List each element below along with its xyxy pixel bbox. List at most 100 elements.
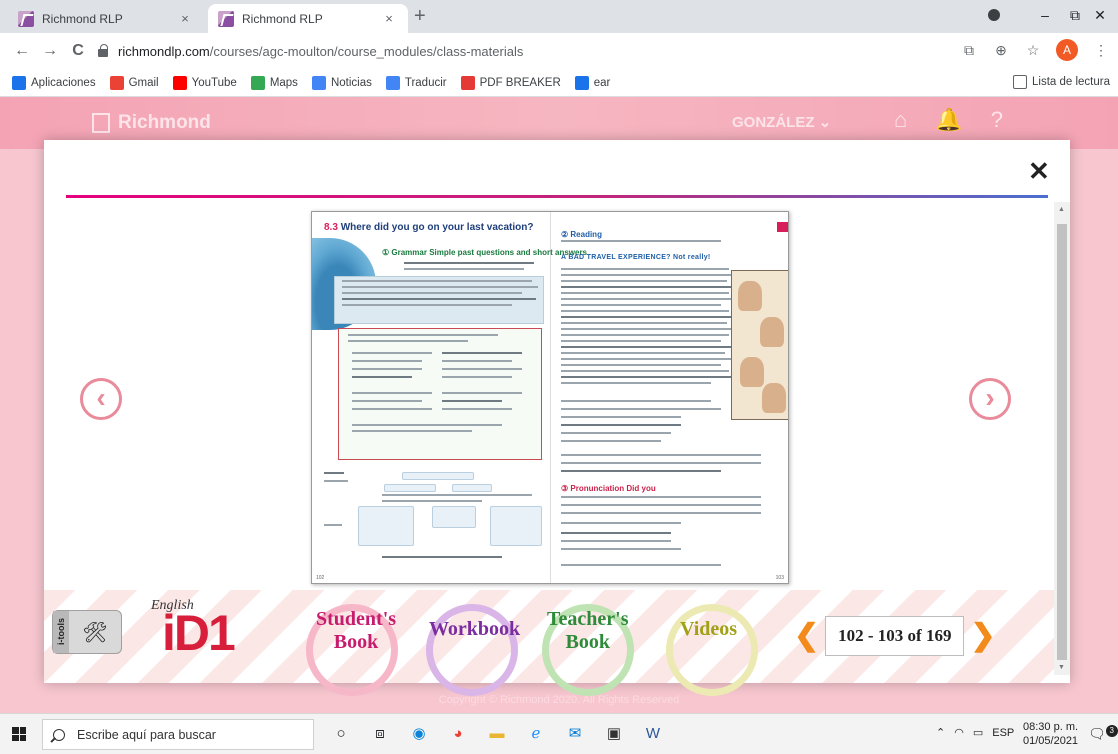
close-window-button[interactable]: ✕ <box>1082 7 1118 24</box>
file-explorer-icon[interactable]: ▬ <box>486 722 508 744</box>
text-line <box>352 352 432 354</box>
bookmark-ear[interactable]: ear <box>574 75 610 90</box>
back-button[interactable]: ← <box>8 42 36 60</box>
bookmark-star-icon[interactable]: ☆ <box>1024 42 1042 59</box>
text-line <box>561 310 729 312</box>
teachers-book-button[interactable]: Teacher's Book <box>547 608 628 654</box>
menu-kebab-icon[interactable]: ⋮ <box>1092 42 1110 59</box>
text-line <box>352 376 412 378</box>
system-tray: ⌃ ◠ ▭ ESP <box>936 726 1014 740</box>
show-hidden-icons-icon[interactable]: ⌃ <box>936 726 945 739</box>
unit-title: 8.3 Where did you go on your last vacati… <box>324 222 534 233</box>
text-line <box>342 292 522 294</box>
speech-chip <box>402 472 474 480</box>
taskbar-search[interactable]: Escribe aquí para buscar <box>42 719 314 750</box>
next-spread-button[interactable]: › <box>969 378 1011 420</box>
mail-icon[interactable]: ✉ <box>564 722 586 744</box>
battery-icon[interactable]: ▭ <box>973 726 983 739</box>
url-text[interactable]: richmondlp.com/courses/agc-moulton/cours… <box>118 44 523 59</box>
translate-page-icon[interactable]: ⧉ <box>960 42 978 59</box>
bookmark-maps[interactable]: Maps <box>250 75 298 90</box>
brand-logo: iD1 <box>162 605 236 661</box>
workbook-button[interactable]: Workbook <box>429 618 520 641</box>
previous-spread-button[interactable]: ‹ <box>80 378 122 420</box>
browser-tab[interactable]: Richmond RLP × <box>8 4 204 33</box>
language-indicator[interactable]: ESP <box>992 727 1014 739</box>
page-indicator[interactable]: 102 - 103 of 169 <box>825 616 965 656</box>
chrome-icon[interactable]: ◕ <box>447 722 469 744</box>
text-line <box>561 470 721 472</box>
text-line <box>561 540 671 542</box>
text-line <box>561 322 727 324</box>
i-tools-button[interactable]: i-tools 🛠 <box>52 610 122 654</box>
window-controls: ✕ <box>1082 0 1118 30</box>
user-name[interactable]: GONZÁLEZ ⌄ <box>732 113 831 131</box>
new-tab-button[interactable]: + <box>414 6 426 26</box>
book-viewer-modal: ✕ ▲ ▼ ‹ › 8.3 Where did you go on your l… <box>44 140 1070 696</box>
bookmark-aplicaciones[interactable]: Aplicaciones <box>12 75 96 90</box>
bookmark-gmail[interactable]: Gmail <box>109 75 159 90</box>
videos-button[interactable]: Videos <box>680 618 737 641</box>
task-view-icon[interactable]: ⧈ <box>369 722 391 744</box>
next-page-button[interactable]: ❯ <box>970 621 995 651</box>
windows-taskbar: Escribe aquí para buscar ○ ⧈ ◉ ◕ ▬ ℯ ✉ ▣… <box>0 713 1118 754</box>
browser-tab-active[interactable]: Richmond RLP × <box>208 4 408 33</box>
tab-title: Richmond RLP <box>42 11 123 26</box>
text-line <box>342 298 536 300</box>
close-icon[interactable]: ✕ <box>1028 156 1050 187</box>
store-icon[interactable]: ▣ <box>603 722 625 744</box>
scroll-down-icon[interactable]: ▼ <box>1058 664 1065 671</box>
bookmark-pdf-breaker[interactable]: PDF BREAKER <box>460 75 561 90</box>
text-line <box>442 368 522 370</box>
text-line <box>342 286 538 288</box>
bell-icon[interactable]: 🔔 <box>935 107 962 133</box>
address-bar[interactable]: richmondlp.com/courses/agc-moulton/cours… <box>92 37 958 65</box>
reading-list-label: Lista de lectura <box>1032 76 1110 88</box>
text-line <box>404 268 524 270</box>
reading-list-button[interactable]: Lista de lectura <box>1013 75 1110 89</box>
lock-icon[interactable] <box>98 44 108 57</box>
text-line <box>561 424 681 426</box>
profile-avatar[interactable]: A <box>1056 39 1078 61</box>
media-indicator-icon[interactable] <box>988 9 1000 21</box>
text-line <box>561 408 721 410</box>
text-line <box>442 376 512 378</box>
text-line <box>561 240 721 242</box>
translate-icon <box>385 75 400 90</box>
scrollbar[interactable]: ▲ ▼ <box>1054 202 1070 675</box>
tab-close-icon[interactable]: × <box>380 11 398 26</box>
text-line <box>561 432 671 434</box>
cortana-icon[interactable]: ○ <box>330 722 352 744</box>
text-line <box>561 286 731 288</box>
text-line <box>561 274 731 276</box>
reload-button[interactable]: C <box>64 42 92 60</box>
network-icon[interactable]: ◠ <box>954 726 964 739</box>
speech-chip <box>490 506 542 546</box>
home-icon[interactable]: ⌂ <box>894 107 907 133</box>
bookmark-noticias[interactable]: Noticias <box>311 75 372 90</box>
scroll-thumb[interactable] <box>1057 224 1067 660</box>
bookmark-youtube[interactable]: YouTube <box>172 75 237 90</box>
students-book-button[interactable]: Student's Book <box>316 608 396 654</box>
help-icon[interactable]: ? <box>991 107 1003 133</box>
browser-toolbar: ← → C richmondlp.com/courses/agc-moulton… <box>0 33 1118 69</box>
tab-close-icon[interactable]: × <box>176 11 194 26</box>
previous-page-button[interactable]: ❮ <box>794 621 819 651</box>
document-icon <box>574 75 589 90</box>
text-line <box>561 340 721 342</box>
windows-start-icon[interactable] <box>12 727 26 741</box>
site-logo[interactable]: Richmond <box>92 112 211 134</box>
word-icon[interactable]: W <box>642 722 664 744</box>
bookmark-traducir[interactable]: Traducir <box>385 75 447 90</box>
text-line <box>561 346 731 348</box>
text-line <box>561 532 671 534</box>
zoom-icon[interactable]: ⊕ <box>992 42 1010 59</box>
text-line <box>324 480 348 482</box>
notifications-icon[interactable]: 🗨 3 <box>1088 725 1118 743</box>
clock[interactable]: 08:30 p. m. 01/05/2021 <box>1023 720 1078 748</box>
scroll-up-icon[interactable]: ▲ <box>1058 206 1065 213</box>
edge-icon[interactable]: ◉ <box>408 722 430 744</box>
forward-button[interactable]: → <box>36 42 64 60</box>
internet-explorer-icon[interactable]: ℯ <box>525 722 547 744</box>
text-line <box>561 462 761 464</box>
